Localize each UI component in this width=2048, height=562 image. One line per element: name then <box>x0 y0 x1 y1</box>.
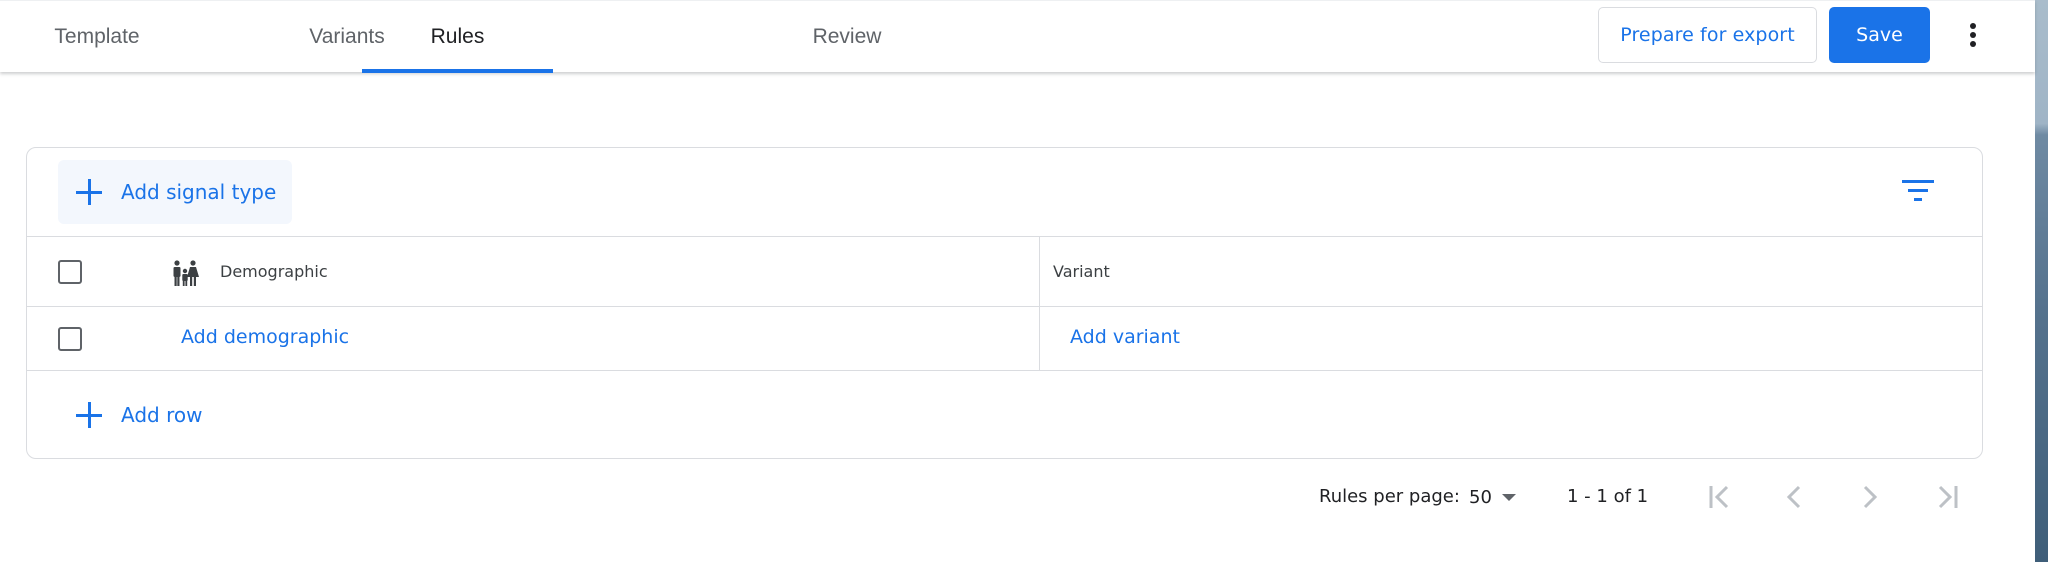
column-header-variant: Variant <box>1053 262 1110 281</box>
desktop-background <box>2035 0 2048 562</box>
select-all-checkbox[interactable] <box>58 260 82 284</box>
plus-icon <box>76 402 102 428</box>
pagination: Rules per page: 50 1 - 1 of 1 <box>0 477 2035 517</box>
dot <box>1970 41 1976 47</box>
dot <box>1970 32 1976 38</box>
active-tab-indicator <box>362 69 553 73</box>
rules-per-page-label: Rules per page: <box>1319 486 1460 507</box>
tab-rules[interactable]: Rules <box>362 1 553 73</box>
tab-template[interactable]: Template <box>0 1 194 73</box>
rules-per-page-select[interactable]: 50 <box>1469 483 1516 511</box>
add-signal-type-button[interactable]: Add signal type <box>58 160 292 224</box>
tab-label: Review <box>812 25 882 48</box>
caret-down-icon <box>1501 493 1516 501</box>
add-row-button[interactable]: Add row <box>58 393 202 437</box>
last-page-icon[interactable] <box>1930 481 1962 513</box>
filter-icon[interactable] <box>1902 180 1934 206</box>
table-row: Add demographic Add variant <box>27 307 1982 371</box>
more-vert-icon[interactable] <box>1958 15 1988 55</box>
add-variant-link[interactable]: Add variant <box>1070 326 1180 348</box>
add-demographic-link[interactable]: Add demographic <box>181 326 349 348</box>
save-button[interactable]: Save <box>1829 7 1930 63</box>
top-bar: Template Variants Rules Review Prepare f… <box>0 0 2035 73</box>
row-checkbox[interactable] <box>58 327 82 351</box>
dot <box>1970 23 1976 29</box>
tab-review[interactable]: Review <box>750 1 944 73</box>
tab-label: Template <box>54 25 140 48</box>
table-header-row: Demographic Variant <box>27 237 1982 307</box>
previous-page-icon[interactable] <box>1779 481 1811 513</box>
filter-line <box>1902 180 1934 183</box>
button-label: Add row <box>121 403 203 427</box>
button-label: Add signal type <box>121 180 277 204</box>
plus-icon <box>76 179 102 205</box>
table-footer: Add row <box>27 371 1982 458</box>
rules-table-card: Add signal type Demographic Variant Add … <box>26 147 1983 459</box>
next-page-icon[interactable] <box>1853 481 1885 513</box>
button-label: Prepare for export <box>1620 24 1795 46</box>
people-icon <box>173 260 199 286</box>
column-header-demographic: Demographic <box>220 262 328 281</box>
first-page-icon[interactable] <box>1705 481 1737 513</box>
page-range-text: 1 - 1 of 1 <box>1567 486 1649 507</box>
button-label: Save <box>1856 24 1903 46</box>
tab-label: Rules <box>430 25 485 48</box>
filter-line <box>1914 198 1922 201</box>
prepare-for-export-button[interactable]: Prepare for export <box>1598 7 1817 63</box>
column-divider <box>1039 307 1040 370</box>
column-divider <box>1039 237 1040 306</box>
rules-per-page-value: 50 <box>1469 486 1492 508</box>
table-toolbar: Add signal type <box>27 148 1982 237</box>
app-window: Template Variants Rules Review Prepare f… <box>0 0 2035 562</box>
filter-line <box>1908 189 1928 192</box>
